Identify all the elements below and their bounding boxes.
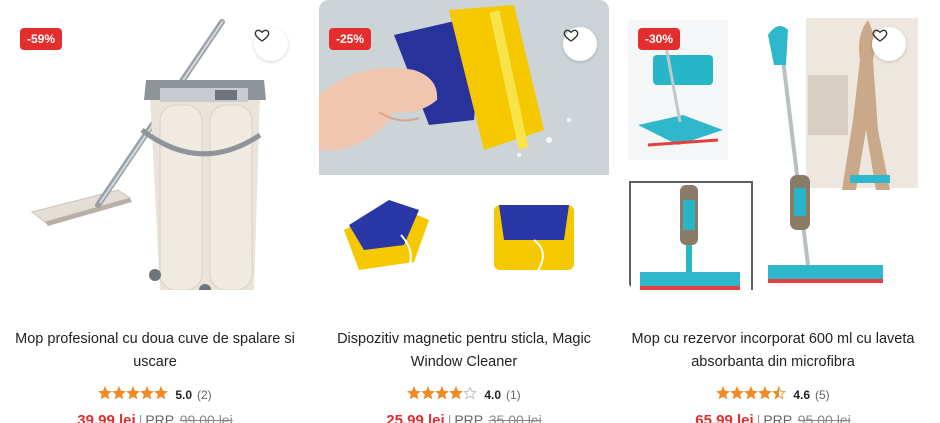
star-icon: [407, 386, 422, 400]
star-icon: [772, 386, 787, 400]
product-card[interactable]: -30% Mop cu rezervor incorporat 600 ml c…: [628, 0, 928, 423]
product-price: 25.99 lei | PRP 35.00 lei: [319, 412, 609, 423]
review-count[interactable]: (1): [506, 388, 521, 402]
star-icon: [154, 386, 169, 400]
old-price: 95.00 lei: [797, 412, 851, 423]
product-title[interactable]: Mop profesional cu doua cuve de spalare …: [10, 328, 300, 374]
star-rating: [716, 386, 787, 403]
price-separator: |: [756, 412, 761, 423]
prp-label: PRP: [454, 412, 483, 423]
product-price: 65.99 lei | PRP 95.00 lei: [628, 412, 918, 423]
heart-icon: [872, 29, 888, 42]
star-icon: [449, 386, 464, 400]
product-grid: -59% Mop profesional cu doua cuve de spa…: [0, 0, 940, 423]
product-price: 39.99 lei | PRP 99.00 lei: [10, 412, 300, 423]
star-icon: [744, 386, 759, 400]
prp-label: PRP: [763, 412, 792, 423]
old-price: 99.00 lei: [179, 412, 233, 423]
review-count[interactable]: (5): [815, 388, 830, 402]
star-icon: [140, 386, 155, 400]
product-image-spray-mop[interactable]: -30%: [628, 0, 918, 290]
discount-badge: -30%: [638, 28, 681, 50]
rating-score: 4.0: [484, 387, 501, 402]
star-icon: [126, 386, 141, 400]
star-icon: [463, 386, 478, 400]
heart-icon: [563, 29, 579, 42]
heart-icon: [254, 29, 270, 42]
star-icon: [112, 386, 127, 400]
star-icon: [730, 386, 745, 400]
price-separator: |: [447, 412, 452, 423]
favorite-button[interactable]: [563, 27, 597, 61]
star-icon: [435, 386, 450, 400]
star-rating: [98, 386, 169, 403]
star-icon: [421, 386, 436, 400]
current-price: 39.99 lei: [77, 412, 136, 423]
old-price: 35.00 lei: [488, 412, 542, 423]
product-image-mop-bucket[interactable]: -59%: [10, 0, 300, 290]
rating-score: 4.6: [793, 387, 810, 402]
price-separator: |: [138, 412, 143, 423]
star-icon: [98, 386, 113, 400]
prp-label: PRP: [145, 412, 174, 423]
discount-badge: -25%: [329, 28, 372, 50]
product-rating: 5.0 (2): [10, 386, 300, 403]
product-rating: 4.0 (1): [319, 386, 609, 403]
product-title[interactable]: Mop cu rezervor incorporat 600 ml cu lav…: [628, 328, 918, 374]
star-rating: [407, 386, 478, 403]
discount-badge: -59%: [20, 28, 63, 50]
product-image-window-cleaner[interactable]: -25%: [319, 0, 609, 290]
product-card[interactable]: -59% Mop profesional cu doua cuve de spa…: [10, 0, 310, 423]
product-rating: 4.6 (5): [628, 386, 918, 403]
current-price: 65.99 lei: [695, 412, 754, 423]
product-title[interactable]: Dispozitiv magnetic pentru sticla, Magic…: [319, 328, 609, 374]
favorite-button[interactable]: [872, 27, 906, 61]
star-icon: [716, 386, 731, 400]
product-card[interactable]: -25% Dispozitiv magnetic pentru sticla, …: [319, 0, 619, 423]
favorite-button[interactable]: [254, 27, 288, 61]
review-count[interactable]: (2): [197, 388, 212, 402]
current-price: 25.99 lei: [386, 412, 445, 423]
rating-score: 5.0: [175, 387, 192, 402]
star-icon: [758, 386, 773, 400]
